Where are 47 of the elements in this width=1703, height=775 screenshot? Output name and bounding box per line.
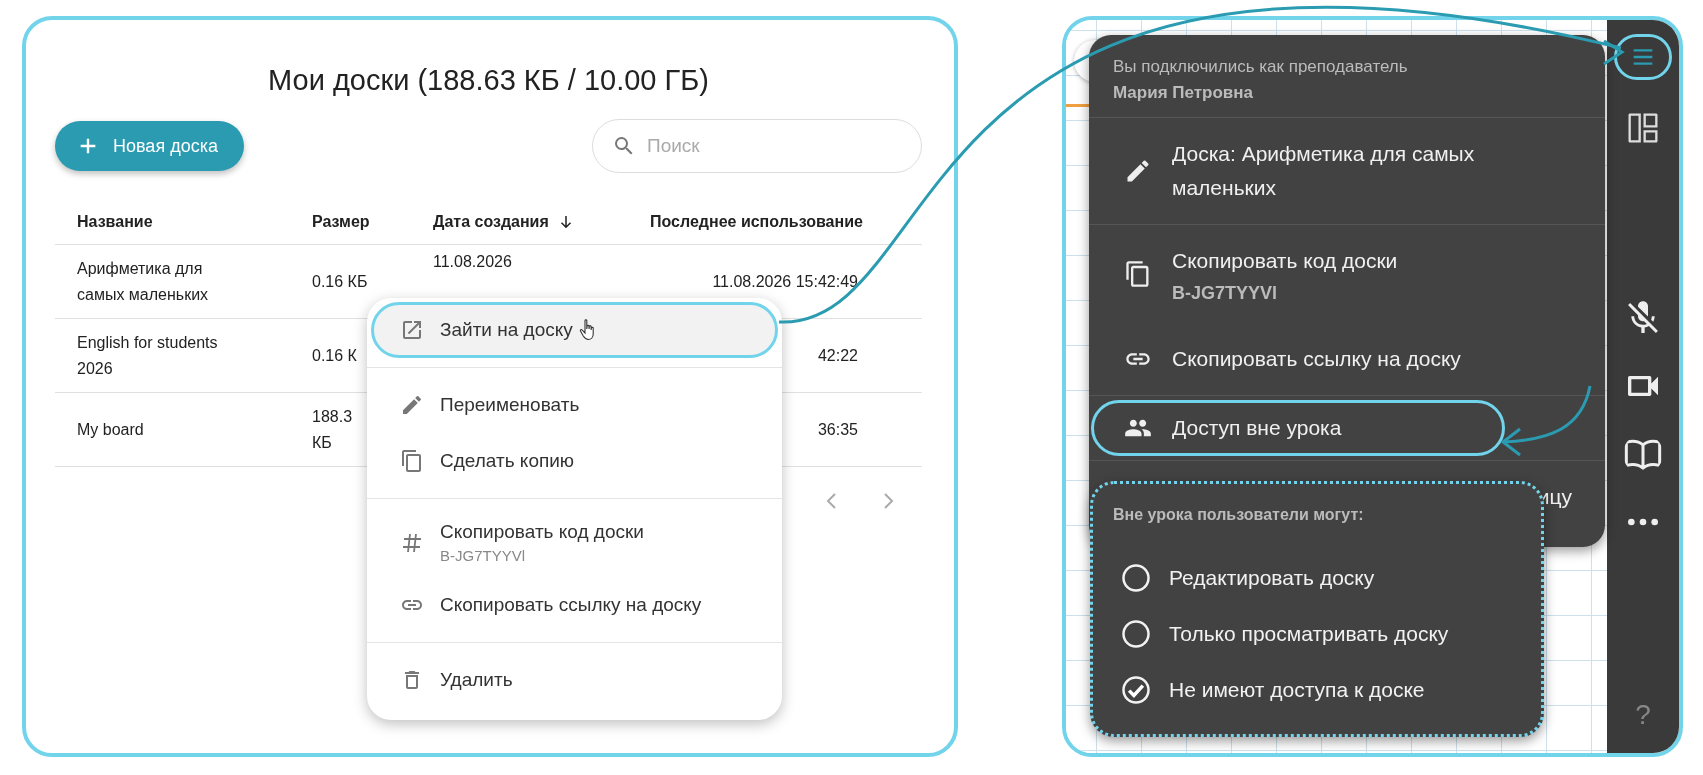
menu-item[interactable]: Зайти на доску [371, 302, 778, 358]
check-circle-icon[interactable] [1121, 675, 1151, 705]
table-cell-text: 0.16 К [312, 345, 358, 366]
radio-circle-icon[interactable] [1121, 619, 1151, 649]
table-cell-text: My board [77, 419, 145, 440]
table-cell: 11.08.2026 15:42:49 [712, 272, 858, 290]
table-cell-text: 0.16 КБ [312, 271, 369, 292]
column-header[interactable]: Название [77, 212, 153, 231]
menu-icon[interactable] [1614, 34, 1672, 80]
menu-item[interactable]: Удалить [367, 652, 782, 708]
page-title: Мои доски (188.63 КБ / 10.00 ГБ) [268, 64, 709, 97]
table-cell: 11.08.2026 [433, 253, 512, 270]
search-field[interactable]: Поиск [592, 119, 922, 173]
menu-item[interactable]: Скопировать ссылку на доску [367, 577, 782, 633]
board-code: B-JG7TYYVl [1172, 282, 1279, 304]
menu-item[interactable]: Скопировать ссылку на доску [1089, 323, 1605, 395]
column-header[interactable]: Дата создания [433, 212, 575, 231]
radio-option[interactable]: Не имеют доступа к доске [1113, 662, 1521, 718]
option-label: Редактировать доску [1169, 566, 1375, 590]
popup-title: Вне урока пользователи могут: [1113, 506, 1365, 524]
table-cell: 42:22 [817, 346, 858, 364]
role-text: Вы подключились как преподаватель [1113, 57, 1409, 77]
radio-option[interactable]: Редактировать доску [1113, 550, 1521, 606]
copy-icon [1124, 260, 1152, 288]
table-cell-text: 188.3 КБ [312, 406, 354, 453]
option-label: Только просматривать доску [1169, 622, 1449, 646]
open-external-icon [400, 318, 424, 342]
board-code: B-JG7TYYVl [440, 547, 527, 564]
radio-option[interactable]: Только просматривать доску [1113, 606, 1521, 662]
table-cell: 36:35 [817, 420, 858, 438]
option-label: Не имеют доступа к доске [1169, 678, 1425, 702]
menu-item-label: Скопировать код доски [1172, 248, 1398, 274]
menu-item[interactable]: Переименовать [367, 377, 782, 433]
table-cell-text: English for students 2026 [77, 332, 219, 379]
radio-circle-icon[interactable] [1121, 563, 1151, 593]
column-header[interactable]: Размер [312, 212, 370, 231]
table-cell-text: Арифметика для самых маленьких [77, 258, 210, 305]
column-header[interactable]: Последнее использование [650, 212, 863, 231]
menu-item[interactable]: Скопировать код доски B-JG7TYYVl [1089, 225, 1605, 323]
menu-item-label: Скопировать код доски [440, 521, 644, 543]
menu-item[interactable]: Доска: Арифметика для самых маленьких [1089, 118, 1605, 224]
menu-item[interactable]: Скопировать код доски B-JG7TYYVl [367, 508, 782, 577]
menu-item[interactable]: Сделать копию [367, 433, 782, 489]
copy-icon [400, 449, 424, 473]
pencil-icon [400, 393, 424, 417]
menu-item[interactable]: Доступ вне урока [1091, 400, 1505, 456]
user-name: Мария Петровна [1113, 83, 1255, 103]
